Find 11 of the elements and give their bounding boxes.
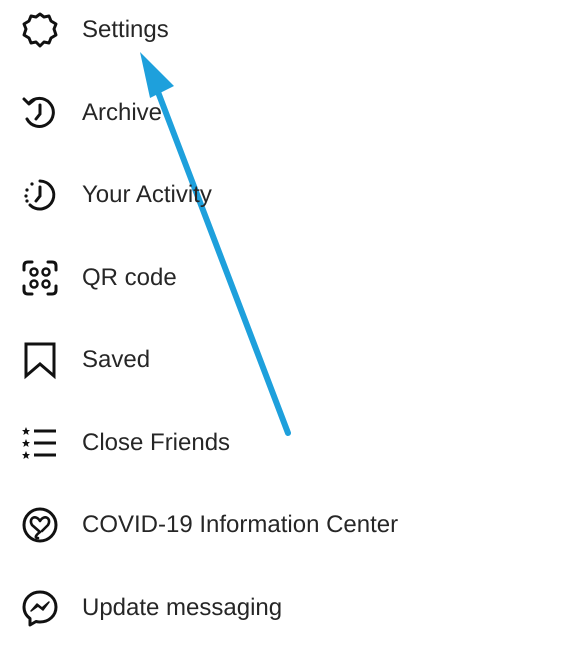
menu-item[interactable]: COVID-19 Information Center	[82, 511, 398, 540]
menu-item[interactable]: Update messaging	[82, 594, 282, 622]
heart-circle-icon	[20, 505, 60, 546]
menu-item[interactable]: QR code	[82, 264, 177, 292]
messenger-icon	[20, 588, 60, 628]
menu-item[interactable]: Archive	[82, 98, 162, 127]
menu-item[interactable]: Settings	[82, 16, 169, 44]
qr-code-icon	[20, 258, 60, 298]
menu-item[interactable]: Close Friends	[82, 428, 230, 457]
gear-icon	[20, 10, 60, 50]
menu-item[interactable]: Saved	[82, 346, 150, 374]
